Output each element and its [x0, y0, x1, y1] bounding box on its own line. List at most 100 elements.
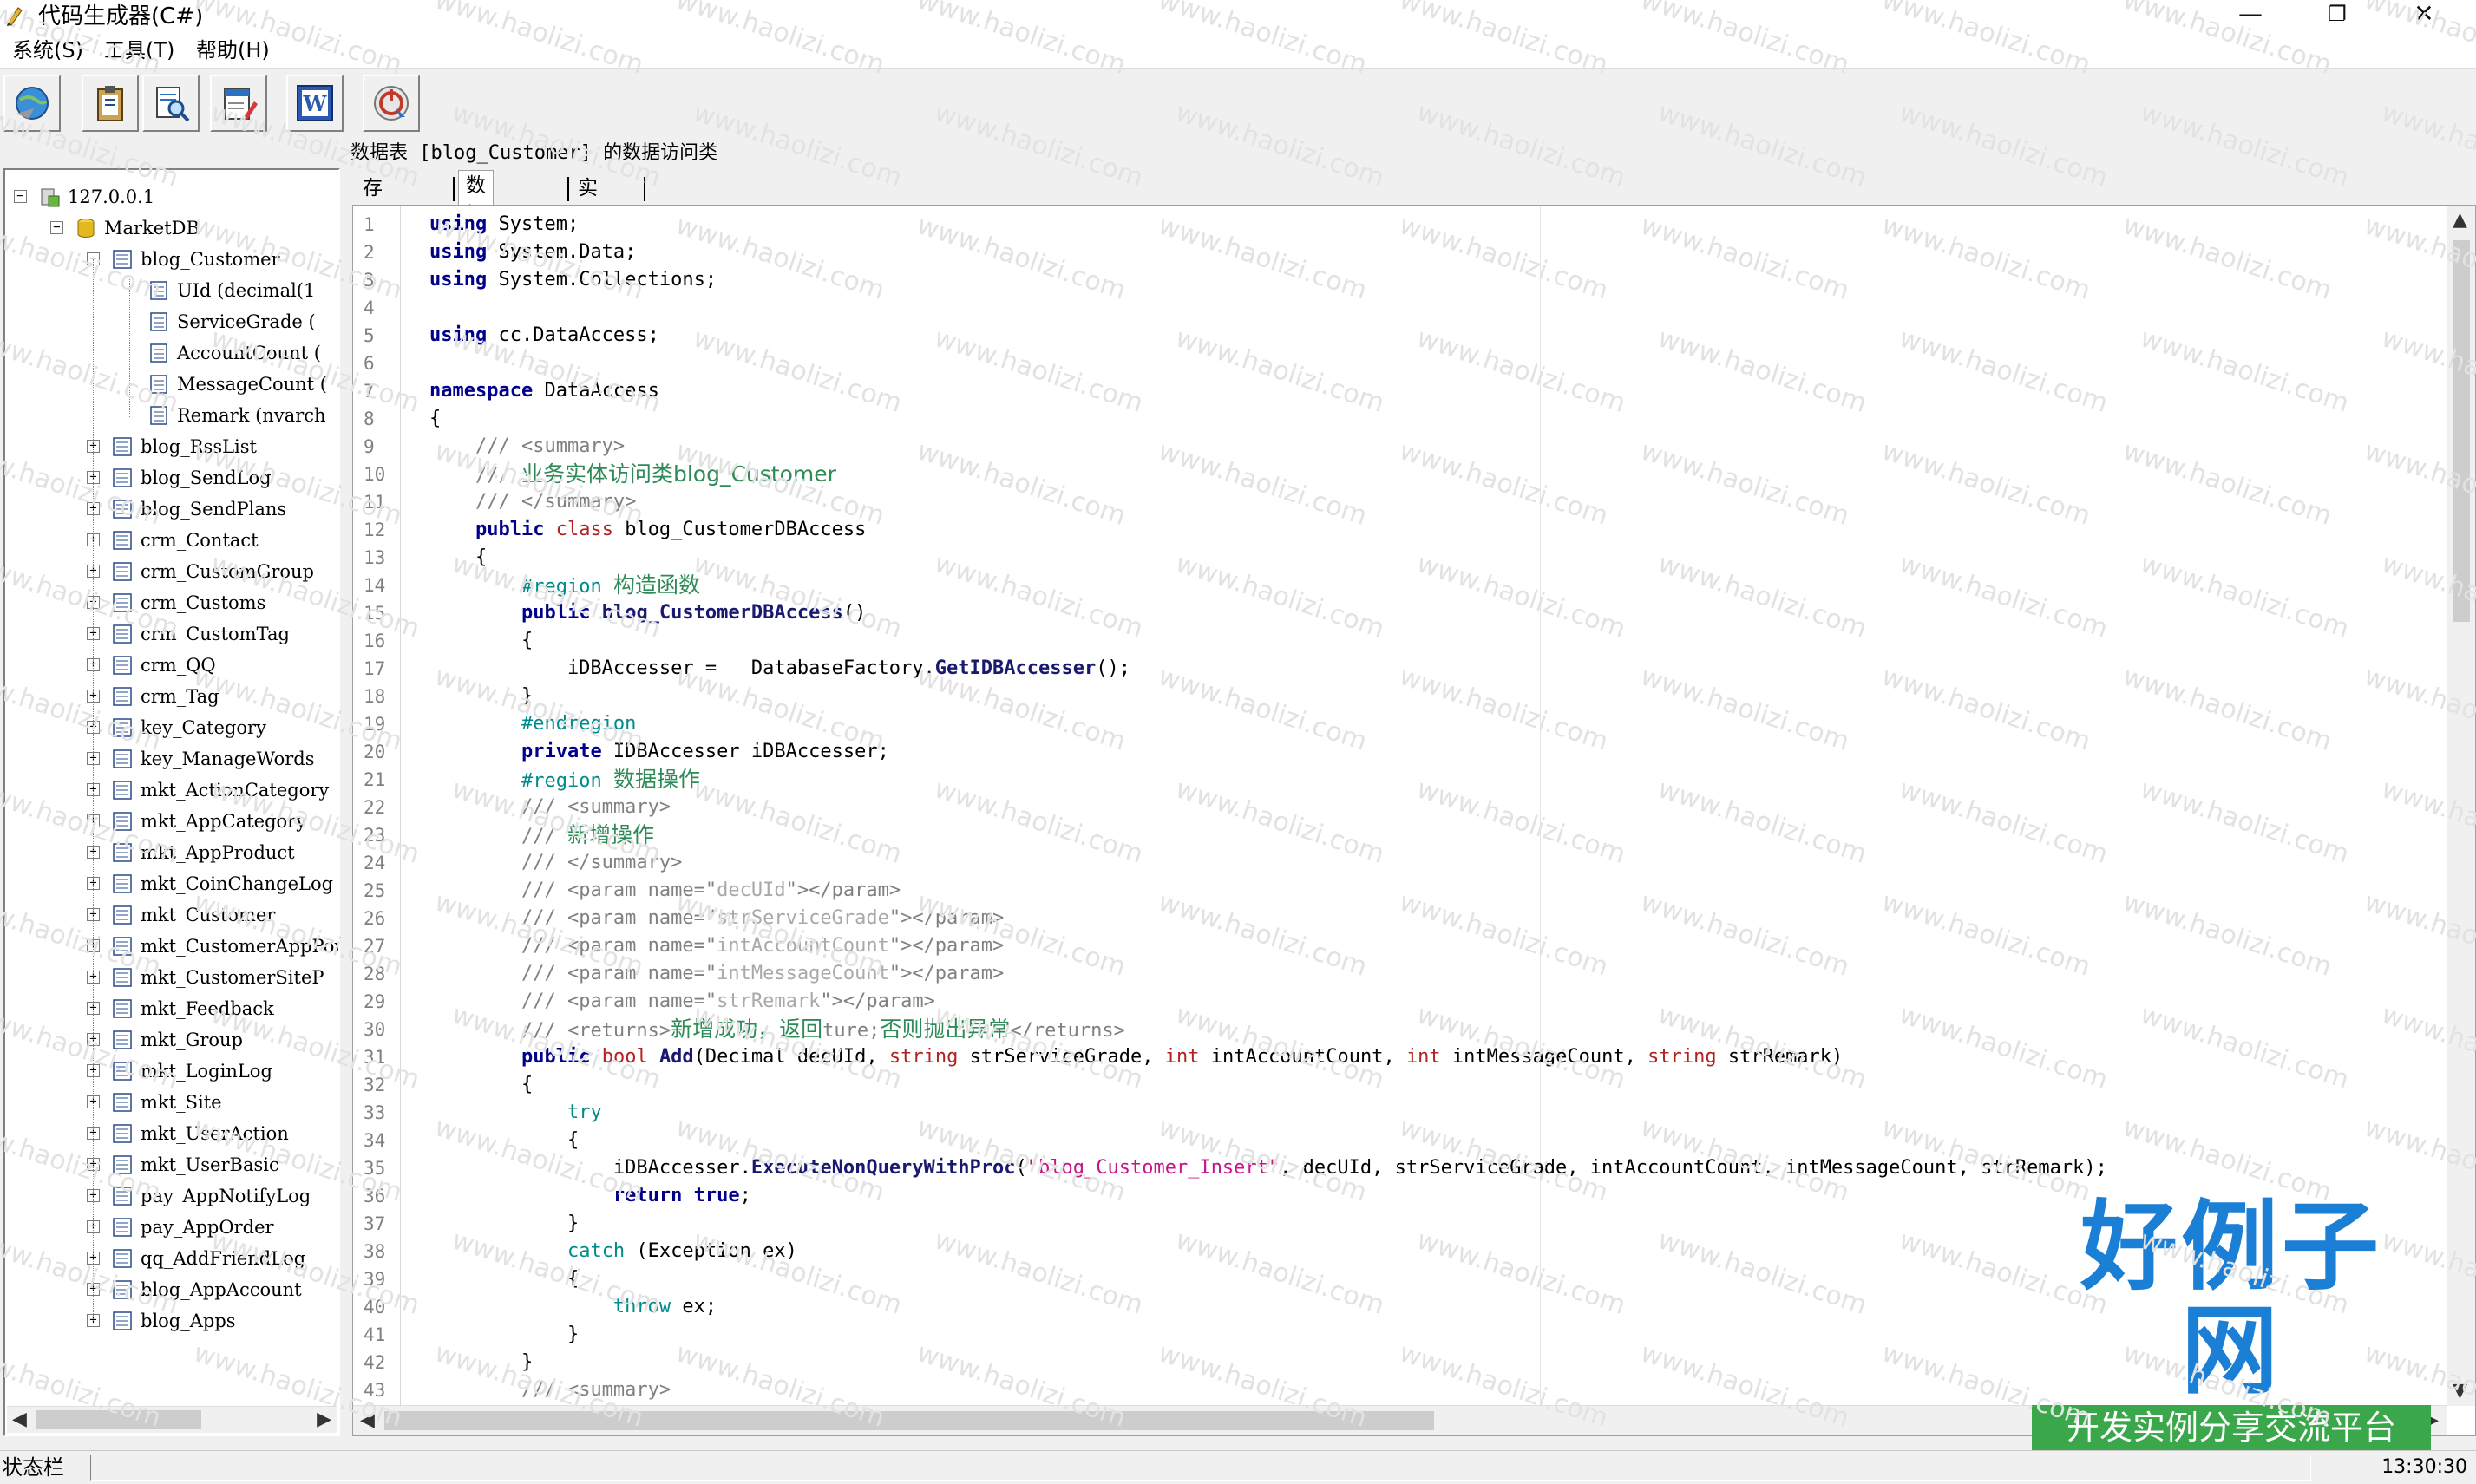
word-button[interactable]: W [286, 75, 344, 132]
tree-node-table[interactable]: + mkt_CustomerSiteP [5, 963, 335, 992]
tree-horizontal-scrollbar[interactable]: ◀ ▶ [7, 1406, 337, 1433]
collapse-icon[interactable]: − [14, 190, 27, 203]
line-number: 15 [364, 603, 386, 624]
tree-node-table[interactable]: + crm_CustomGroup [5, 557, 335, 586]
tree-node-table[interactable]: + mkt_CoinChangeLog [5, 869, 335, 899]
settings-button[interactable] [210, 75, 267, 132]
restore-button[interactable]: ❐ [2302, 0, 2372, 29]
tree-node-table[interactable]: + mkt_Site [5, 1088, 335, 1117]
code-token: { [429, 546, 488, 568]
menu-tools[interactable]: 工具(T) [104, 36, 174, 64]
vertical-scrollbar[interactable]: ▲ ▼ [2447, 206, 2475, 1406]
tree-node-server[interactable]: − 127.0.0.1 [5, 182, 335, 212]
tree-node-table[interactable]: + crm_CustomTag [5, 619, 335, 649]
tree-node-table[interactable]: + mkt_AppProduct [5, 838, 335, 867]
exit-button[interactable] [363, 75, 420, 132]
tree-node-table[interactable]: + crm_Customs [5, 588, 335, 618]
word-document-icon: W [297, 85, 333, 121]
code-token: /// <summary> [521, 1379, 671, 1401]
tree-node-label: mkt_AppCategory [141, 811, 307, 832]
scroll-down-icon[interactable]: ▼ [2453, 1378, 2467, 1404]
code-line: /// <summary> [429, 1376, 671, 1404]
line-number: 38 [364, 1241, 386, 1262]
menu-help[interactable]: 帮助(H) [196, 36, 270, 64]
tree-node-table[interactable]: + mkt_LoginLog [5, 1056, 335, 1086]
scroll-left-icon[interactable]: ◀ [360, 1408, 375, 1434]
tree-node-table[interactable]: + blog_Apps [5, 1306, 335, 1336]
tree-node-table[interactable]: + mkt_CustomerAppPow [5, 932, 338, 961]
line-number: 11 [364, 492, 386, 513]
code-line: using System; [429, 211, 579, 239]
tree-node-table[interactable]: + mkt_UserAction [5, 1119, 335, 1148]
code-token: catch [567, 1240, 626, 1262]
table-icon [113, 468, 132, 487]
code-token: /// <param name=" [521, 879, 717, 901]
code-line: public bool Add(Decimal decUId, string s… [429, 1043, 1843, 1071]
code-token: "></param> [820, 990, 935, 1012]
code-token: public [475, 519, 545, 540]
tree-node-database[interactable]: − MarketDB [5, 213, 335, 243]
table-icon [113, 562, 132, 581]
tree-node-table[interactable]: + blog_AppAccount [5, 1275, 335, 1304]
tree-node-label: blog_AppAccount [141, 1279, 302, 1300]
scroll-up-icon[interactable]: ▲ [2453, 207, 2467, 233]
tree-node-table[interactable]: + crm_QQ [5, 650, 335, 680]
tree-node-label: crm_CustomTag [141, 624, 290, 644]
tree-node-table[interactable]: + mkt_ActionCategory [5, 775, 335, 805]
line-number: 36 [364, 1186, 386, 1206]
close-button[interactable]: ✕ [2389, 0, 2459, 29]
tree-node-table[interactable]: + blog_RssList [5, 432, 335, 461]
tree-node-table[interactable]: + key_ManageWords [5, 744, 335, 774]
tree-node-column[interactable]: Remark (nvarch [5, 401, 335, 430]
tree-node-table[interactable]: + mkt_Customer [5, 900, 335, 930]
connect-button[interactable] [3, 75, 61, 132]
tree-node-column[interactable]: ServiceGrade ( [5, 307, 335, 337]
tree-node-table[interactable]: + crm_Contact [5, 526, 335, 555]
code-token: int [1405, 1046, 1441, 1068]
tree-node-label: Remark (nvarch [177, 405, 326, 426]
tree-node-table[interactable]: − blog_Customer [5, 245, 335, 274]
minimize-button[interactable]: — [2216, 0, 2285, 29]
tree-node-table[interactable]: + blog_SendPlans [5, 494, 335, 524]
tree-node-column[interactable]: AccountCount ( [5, 338, 335, 368]
query-button[interactable] [142, 75, 200, 132]
code-token: ; [739, 1185, 751, 1206]
tree-node-table[interactable]: + key_Category [5, 713, 335, 742]
table-icon [113, 1030, 132, 1049]
tree-node-table[interactable]: + mkt_AppCategory [5, 807, 335, 836]
collapse-icon[interactable]: − [50, 221, 63, 234]
scroll-right-icon[interactable]: ▶ [317, 1407, 331, 1433]
menu-system[interactable]: 系统(S) [12, 36, 83, 64]
tree-node-label: mkt_LoginLog [141, 1061, 272, 1082]
tree-node-table[interactable]: + crm_Tag [5, 682, 335, 711]
code-token: namespace [429, 380, 534, 402]
vertical-scroll-thumb[interactable] [2453, 240, 2470, 622]
tree-node-column[interactable]: UId (decimal(1 [5, 276, 335, 305]
database-tree[interactable]: − 127.0.0.1 − MarketDB − blog_Customer UId (de… [3, 168, 340, 1436]
tree-node-table[interactable]: + mkt_Feedback [5, 994, 335, 1023]
tree-node-table[interactable]: + qq_AddFriendLog [5, 1244, 335, 1273]
app-pencil-icon [7, 7, 23, 26]
tree-node-table[interactable]: + mkt_Group [5, 1025, 335, 1055]
column-icon [150, 343, 167, 363]
tree-node-table[interactable]: + pay_AppOrder [5, 1213, 335, 1242]
generate-button[interactable] [82, 75, 139, 132]
brand-watermark: 好例子网 开发实例分享交流平台 [2032, 1195, 2431, 1450]
scroll-left-icon[interactable]: ◀ [12, 1407, 27, 1433]
tab-data-access[interactable]: 数据访问 [458, 170, 494, 285]
tree-scroll-thumb[interactable] [36, 1410, 201, 1429]
tab-entity-class[interactable]: 实体类 [571, 173, 605, 258]
tab-stored-procedures[interactable]: 存储过程 [356, 173, 390, 288]
tree-node-table[interactable]: + mkt_UserBasic [5, 1150, 335, 1180]
tree-node-table[interactable]: + pay_AppNotifyLog [5, 1181, 335, 1211]
horizontal-scroll-thumb[interactable] [384, 1411, 1434, 1430]
tree-node-table[interactable]: + blog_SendLog [5, 463, 335, 493]
tree-node-column[interactable]: MessageCount ( [5, 369, 335, 399]
